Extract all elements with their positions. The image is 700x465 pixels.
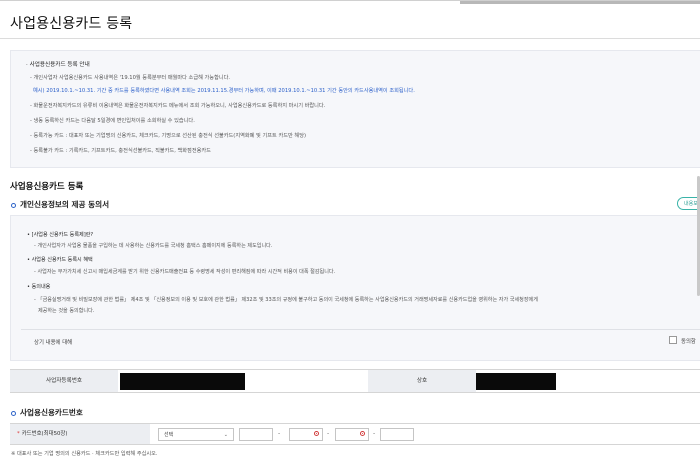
card-number-heading: 사업용신용카드번호	[11, 407, 83, 418]
consent-item-body-cont: 제공하는 것을 동의합니다.	[38, 308, 95, 314]
consent-box: • [사업용 신용카드 등록제]란? - 개인사업자가 사업용 물품을 구입하는…	[10, 215, 700, 361]
agree-text: 상기 내용에 대해	[34, 340, 73, 346]
guide-line: - 등록가능 카드 : 대표자 또는 기업명의 신용카드, 체크카드, 기명으로…	[30, 133, 306, 139]
card-registration-page: 사업용신용카드 등록 · 사업용신용카드 등록 안내 - 개인사업자 사업용신용…	[0, 0, 700, 465]
agree-checkbox-label[interactable]: 동의함	[681, 337, 696, 345]
card-company-select[interactable]: 선택 ⌄	[158, 428, 234, 441]
required-mark: *	[17, 431, 20, 437]
card-number-input-1[interactable]	[239, 428, 273, 441]
card-number-input-4[interactable]	[380, 428, 414, 441]
business-info-row: 사업자등록번호 상호	[10, 369, 700, 393]
register-heading: 사업용신용카드 등록	[10, 182, 84, 192]
guide-line: - 냉동 등록하신 카드는 다음달 5일경에 변인입처이를 소회하실 수 있습니…	[30, 118, 195, 124]
title-divider	[0, 38, 700, 39]
company-value-redacted	[476, 373, 556, 390]
top-edge	[460, 1, 700, 4]
consent-heading: 개인신용정보의 제공 동의서	[11, 199, 109, 210]
separator: -	[373, 430, 376, 437]
guide-line: - 화물운전자복지카드의 유류비 이용내역은 화물운전자복지카드 메뉴에서 조회…	[30, 103, 326, 109]
guide-line: - 개인사업자 사업용신용카드 사용내역은 '19.10월 등록분부터 매월마다…	[30, 75, 231, 81]
guide-line-example: 예시) 2019.10.1.~10.31. 기간 중 카드를 등록하였다면 사용…	[33, 88, 415, 94]
separator: -	[327, 430, 330, 437]
biz-no-value-redacted	[120, 373, 245, 390]
circle-bullet-icon	[11, 202, 16, 208]
consent-divider	[21, 329, 700, 330]
consent-item-head: • [사업용 신용카드 등록제]란?	[27, 232, 94, 238]
masked-eye-icon	[360, 431, 365, 436]
agree-checkbox[interactable]	[669, 336, 677, 344]
guide-line: - 등록불가 카드 : 기록카드, 기프트카드, 충전식선불카드, 직불카드, …	[30, 148, 211, 154]
chevron-down-icon: ⌄	[223, 432, 228, 438]
circle-bullet-icon	[11, 410, 16, 416]
company-label: 상호	[368, 370, 476, 392]
consent-item-head: • 사업용 신용카드 등록시 혜택	[27, 257, 93, 263]
card-number-label: * 카드번호(최대50장)	[10, 424, 150, 444]
consent-item-body: - 사업자는 부가가치세 신고시 매입세금계를 받기 위한 신용카드매출전표 등…	[34, 269, 336, 275]
consent-item-head: • 동의내용	[27, 284, 51, 290]
consent-item-body: - 「금융실명거래 및 비밀보장에 관한 법률」 제4조 및 「신용정보의 이용…	[34, 297, 538, 303]
guide-title: · 사업용신용카드 등록 안내	[26, 62, 90, 68]
page-title: 사업용신용카드 등록	[10, 16, 133, 32]
card-note: ※ 대표사 또는 기업 명의의 신용카드 · 체크카드만 입력해 주십시오.	[11, 451, 158, 457]
card-number-row: * 카드번호(최대50장) 선택 ⌄ - - -	[10, 423, 700, 445]
guide-box: · 사업용신용카드 등록 안내 - 개인사업자 사업용신용카드 사용내역은 '1…	[10, 50, 700, 168]
separator: -	[278, 430, 281, 437]
masked-eye-icon	[314, 431, 319, 436]
biz-no-label: 사업자등록번호	[10, 370, 118, 392]
consent-item-body: - 개인사업자가 사업용 물품을 구입하는 데 사용하는 신용카드를 국세청 홈…	[34, 243, 273, 249]
